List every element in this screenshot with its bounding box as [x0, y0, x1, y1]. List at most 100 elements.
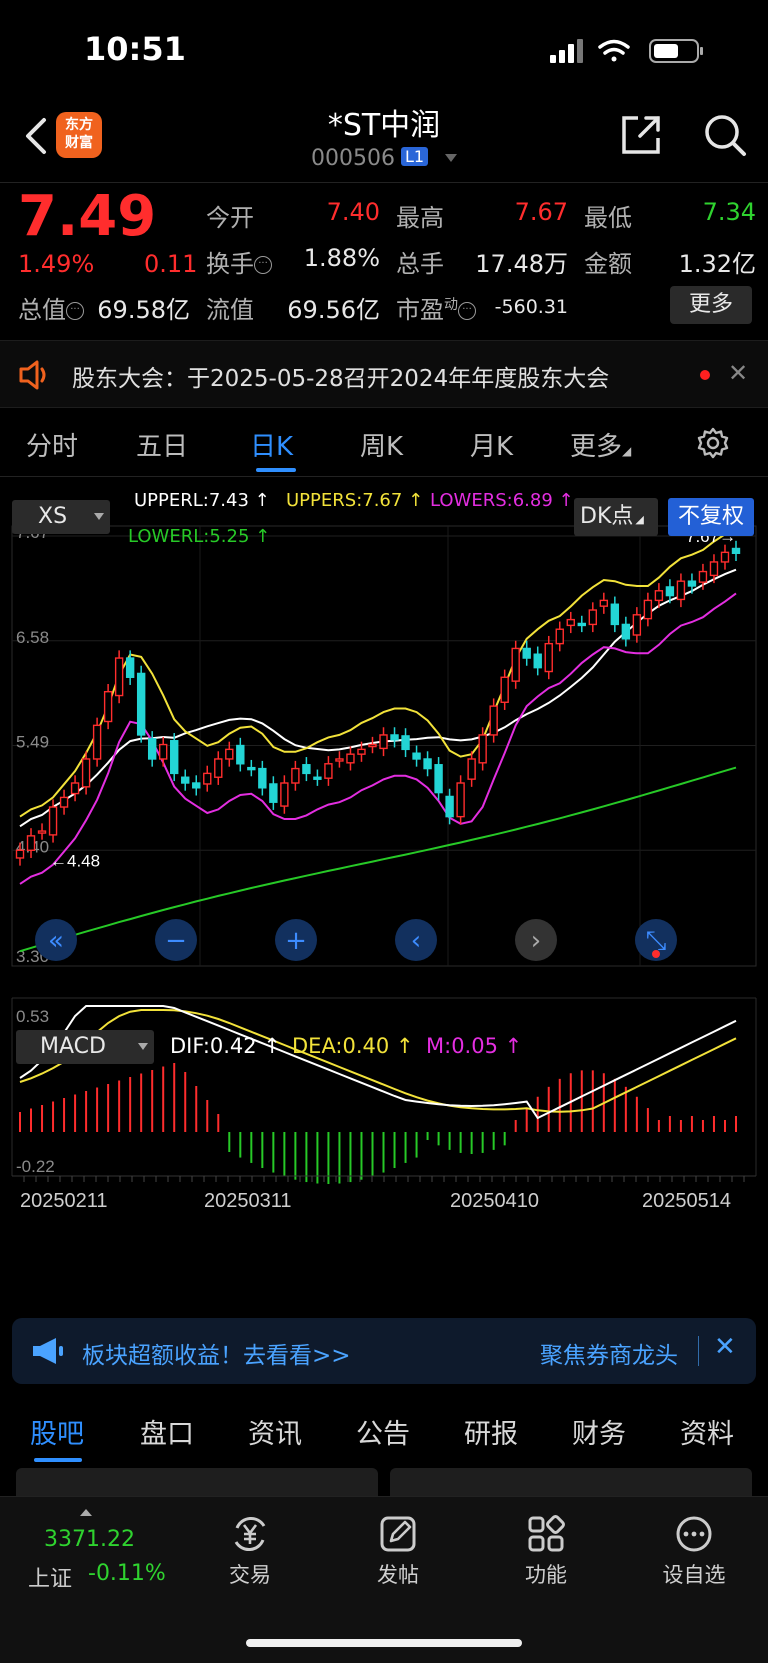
candle-body — [489, 705, 498, 736]
tab-profile[interactable]: 资料 — [680, 1412, 734, 1451]
zoom-out-button-glyph: − — [165, 926, 187, 956]
candle-body — [665, 586, 675, 597]
index-value[interactable]: 3371.22 — [44, 1527, 135, 1552]
status-icons — [550, 39, 703, 63]
upperl-line — [19, 568, 737, 828]
date-tick-label: 20250514 — [642, 1190, 731, 1212]
search-icon[interactable] — [702, 112, 748, 158]
status-time: 10:51 — [84, 30, 186, 68]
candle-body — [500, 676, 509, 703]
kline-svg[interactable]: 7.676.585.494.403.307.67→←4.48«−+‹›⤡0.53… — [0, 478, 768, 1308]
promo-link[interactable]: 聚焦券商龙头 — [540, 1336, 678, 1370]
date-tick-label: 20250410 — [450, 1190, 539, 1212]
indicator-select[interactable]: XS — [12, 500, 110, 534]
corner-caret-icon: ◢ — [635, 513, 644, 526]
date-tick-label: 20250311 — [204, 1190, 292, 1212]
no-adjust-button[interactable]: 不复权 — [668, 498, 754, 536]
tab-financials[interactable]: 财务 — [572, 1412, 626, 1451]
yen-refresh-icon — [234, 1516, 266, 1552]
candle-body — [434, 764, 443, 794]
candle-body — [59, 796, 69, 808]
candle-body — [533, 653, 542, 669]
candle-body — [70, 782, 80, 795]
tab-monthly-k[interactable]: 月K — [470, 426, 513, 463]
macd-select-value: MACD — [40, 1034, 106, 1059]
index-name[interactable]: 上证 — [28, 1561, 72, 1593]
share-icon[interactable] — [618, 112, 664, 158]
candle-body — [522, 647, 531, 659]
candle-body — [456, 782, 465, 818]
lowerl-line — [19, 766, 737, 953]
volume-value: 17.48万 — [475, 250, 568, 278]
float-mv-value: 69.56亿 — [287, 296, 380, 324]
candle-body — [632, 614, 642, 636]
chevron-up-icon — [80, 1509, 92, 1516]
candle-body — [709, 561, 719, 577]
nav-watchlist-label: 设自选 — [662, 1563, 726, 1587]
close-icon[interactable]: ✕ — [728, 359, 748, 387]
candle-body — [577, 622, 586, 627]
tab-orderbook[interactable]: 盘口 — [140, 1412, 194, 1451]
nav-post[interactable]: 发帖 — [348, 1513, 448, 1589]
tab-research[interactable]: 研报 — [464, 1412, 518, 1451]
pan-left-button-glyph: ‹ — [411, 926, 421, 956]
candle-body — [136, 672, 146, 736]
candle-body — [158, 743, 168, 760]
total-mv-value: 69.58亿 — [97, 296, 190, 324]
candle-body — [92, 724, 102, 760]
date-tick-label: 20250211 — [20, 1190, 108, 1212]
level-badge: L1 — [400, 147, 429, 166]
candle-body — [423, 758, 432, 770]
uppers-label: UPPERS:7.67 ↑ — [286, 490, 424, 511]
promo-text[interactable]: 板块超额收益！去看看>> — [82, 1336, 351, 1370]
candle-body — [203, 772, 212, 785]
candle-body — [401, 735, 410, 751]
tab-intraday[interactable]: 分时 — [26, 426, 78, 463]
grid-icon — [528, 1515, 565, 1552]
total-mv-label[interactable]: 总值 ··· — [18, 290, 84, 325]
tab-news[interactable]: 资讯 — [248, 1412, 302, 1451]
candle-body — [225, 748, 234, 760]
promo-banner[interactable]: 板块超额收益！去看看>> 聚焦券商龙头 ✕ — [12, 1318, 756, 1384]
index-change[interactable]: -0.11% — [88, 1561, 166, 1586]
candle-body — [467, 758, 476, 780]
dea-label: DEA:0.40 ↑ — [292, 1034, 414, 1058]
candle-body — [192, 782, 201, 789]
candle-body — [335, 758, 344, 762]
candle-body — [390, 734, 399, 741]
pe-label[interactable]: 市盈动 ··· — [396, 290, 476, 325]
tab-daily-k[interactable]: 日K — [250, 426, 293, 463]
open-label: 今开 — [206, 204, 254, 232]
candle-body — [599, 599, 609, 607]
candle-body — [566, 618, 575, 627]
candle-body — [544, 642, 553, 673]
kline-chart-area[interactable]: 7.676.585.494.403.307.67→←4.48«−+‹›⤡0.53… — [0, 478, 768, 1308]
turnover-rate-label[interactable]: 换手 ··· — [206, 244, 272, 279]
more-button[interactable]: 更多 — [670, 286, 752, 324]
tab-forum[interactable]: 股吧 — [30, 1412, 84, 1451]
volume-label: 总手 — [396, 250, 444, 278]
candle-body — [357, 748, 366, 755]
content-tabs: 股吧 盘口 资讯 公告 研报 财务 资料 — [0, 1398, 768, 1468]
gear-icon[interactable] — [696, 426, 730, 460]
close-icon[interactable]: ✕ — [714, 1332, 736, 1362]
macd-select[interactable]: MACD — [16, 1030, 154, 1064]
candle-body — [610, 603, 620, 626]
tab-five-day[interactable]: 五日 — [136, 426, 188, 463]
tab-weekly-k[interactable]: 周K — [360, 426, 403, 463]
notice-bar[interactable]: 股东大会：于2025-05-28召开2024年年度股东大会 ✕ — [0, 340, 768, 408]
low-marker: ←4.48 — [50, 852, 100, 871]
nav-watchlist[interactable]: 设自选 — [644, 1513, 744, 1589]
high-label: 最高 — [396, 204, 444, 232]
candle-body — [247, 766, 256, 771]
candle-body — [555, 628, 564, 645]
nav-functions[interactable]: 功能 — [496, 1513, 596, 1589]
low-value: 7.34 — [702, 198, 756, 226]
nav-trade[interactable]: 交易 — [200, 1513, 300, 1589]
tab-more[interactable]: 更多◢ — [570, 426, 631, 463]
y-tick-label: 6.58 — [16, 628, 49, 647]
candle-body — [214, 758, 223, 778]
tab-announcements[interactable]: 公告 — [356, 1412, 410, 1451]
dk-point-button[interactable]: DK点 ◢ — [574, 498, 658, 536]
active-tab-indicator — [34, 1458, 82, 1462]
